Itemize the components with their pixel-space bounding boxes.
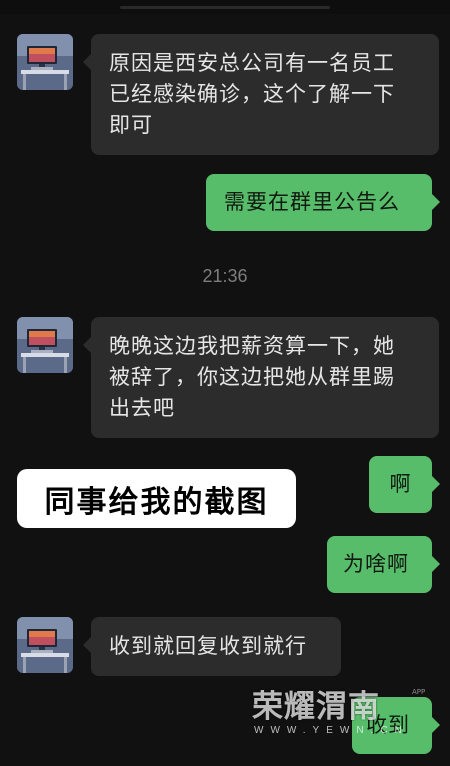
desk-computer-avatar-icon xyxy=(17,617,73,673)
outgoing-message[interactable]: 啊 xyxy=(369,456,440,513)
top-fade-bar xyxy=(0,0,450,14)
outgoing-message[interactable]: 需要在群里公告么 xyxy=(206,174,440,231)
outgoing-message[interactable]: 收到 xyxy=(352,697,440,754)
message-timestamp: 21:36 xyxy=(202,266,248,286)
watermark-app-tag: APP xyxy=(412,688,426,696)
chat-screen: 原因是西安总公司有一名员工 已经感染确诊，这个了解一下 即可 需要在群里公告么 … xyxy=(0,0,450,766)
contact-avatar-icon[interactable] xyxy=(17,317,73,373)
desk-computer-avatar-icon xyxy=(17,317,73,373)
incoming-message[interactable]: 原因是西安总公司有一名员工 已经感染确诊，这个了解一下 即可 xyxy=(83,34,439,155)
incoming-message[interactable]: 收到就回复收到就行 xyxy=(83,617,341,676)
cut-off-previous-message xyxy=(120,6,330,9)
contact-avatar-icon[interactable] xyxy=(17,617,73,673)
outgoing-message[interactable]: 为啥啊 xyxy=(327,536,440,593)
caption-label: 同事给我的截图 xyxy=(17,469,296,528)
incoming-message[interactable]: 晚晚这边我把薪资算一下，她 被辞了，你这边把她从群里踢 出去吧 xyxy=(83,317,439,438)
desk-computer-avatar-icon xyxy=(17,34,73,90)
contact-avatar-icon[interactable] xyxy=(17,34,73,90)
